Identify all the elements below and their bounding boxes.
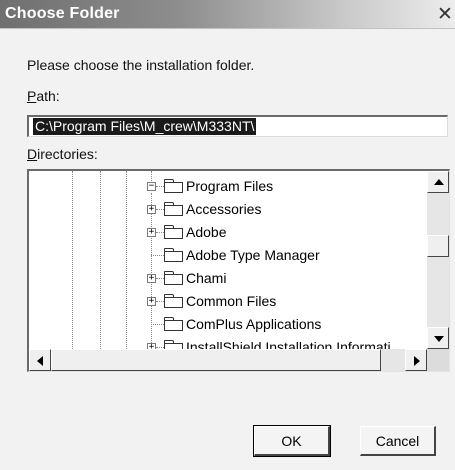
collapse-icon[interactable]: −	[147, 182, 156, 191]
folder-icon	[164, 317, 183, 331]
folder-icon	[164, 179, 183, 193]
scroll-right-arrow-icon	[414, 356, 420, 366]
expand-icon[interactable]: +	[147, 228, 156, 237]
tree-connector	[151, 255, 164, 256]
tree-connector	[156, 232, 164, 233]
folder-icon	[164, 248, 183, 262]
tree-connector	[156, 186, 164, 187]
tree-connector	[151, 324, 164, 325]
tree-item-adobe[interactable]: Adobe	[186, 224, 226, 240]
tree-guide-line	[151, 193, 152, 349]
tree-guide-line	[126, 171, 127, 349]
scroll-down-arrow-icon	[434, 336, 444, 342]
tree-connector	[156, 301, 164, 302]
folder-icon	[164, 202, 183, 216]
tree-item-installshield[interactable]: InstallShield Installation Informati	[186, 339, 391, 349]
folder-icon	[164, 225, 183, 239]
tree-guide-line	[72, 171, 73, 349]
scroll-left-button[interactable]	[29, 349, 51, 371]
cancel-button[interactable]: Cancel	[360, 426, 436, 456]
vertical-scroll-thumb[interactable]	[427, 235, 449, 257]
expand-icon[interactable]: +	[147, 274, 156, 283]
tree-connector	[156, 209, 164, 210]
tree-item-program-files[interactable]: Program Files	[186, 178, 273, 194]
choose-folder-dialog: Choose Folder ✕ Please choose the instal…	[0, 0, 455, 470]
scroll-right-button[interactable]	[405, 349, 427, 371]
horizontal-scrollbar[interactable]	[29, 349, 427, 371]
directories-label: Directories:	[27, 146, 98, 162]
folder-icon	[164, 294, 183, 308]
path-value: C:\Program Files\M_crew\M333NT\	[33, 118, 257, 135]
tree-connector	[156, 278, 164, 279]
directory-tree[interactable]: − Program Files + Accessories + Adobe Ad…	[27, 169, 450, 372]
window-title: Choose Folder	[5, 5, 120, 22]
folder-icon	[164, 340, 183, 349]
vertical-scrollbar[interactable]	[427, 171, 449, 349]
path-input[interactable]: C:\Program Files\M_crew\M333NT\	[27, 115, 448, 137]
scroll-down-button[interactable]	[427, 327, 449, 349]
tree-guide-line	[100, 171, 101, 349]
title-bar[interactable]: Choose Folder ✕	[0, 0, 455, 29]
scroll-left-arrow-icon	[37, 356, 43, 366]
tree-item-accessories[interactable]: Accessories	[186, 201, 261, 217]
tree-item-adobe-type-manager[interactable]: Adobe Type Manager	[186, 247, 320, 263]
scroll-up-arrow-icon	[434, 179, 444, 185]
scroll-up-button[interactable]	[427, 171, 449, 193]
expand-icon[interactable]: +	[147, 205, 156, 214]
scrollbar-corner	[427, 349, 449, 371]
tree-item-common-files[interactable]: Common Files	[186, 293, 276, 309]
path-label: Path:	[27, 88, 60, 104]
tree-connector	[156, 347, 164, 348]
prompt-text: Please choose the installation folder.	[27, 57, 255, 73]
horizontal-scroll-thumb[interactable]	[51, 349, 381, 371]
tree-item-chami[interactable]: Chami	[186, 270, 226, 286]
tree-item-complus-applications[interactable]: ComPlus Applications	[186, 316, 321, 332]
expand-icon[interactable]: +	[147, 297, 156, 306]
close-icon[interactable]: ✕	[435, 4, 455, 24]
tree-view[interactable]: − Program Files + Accessories + Adobe Ad…	[29, 171, 427, 349]
folder-icon	[164, 271, 183, 285]
path-label-text: Path:	[27, 88, 60, 104]
ok-button[interactable]: OK	[253, 425, 331, 457]
